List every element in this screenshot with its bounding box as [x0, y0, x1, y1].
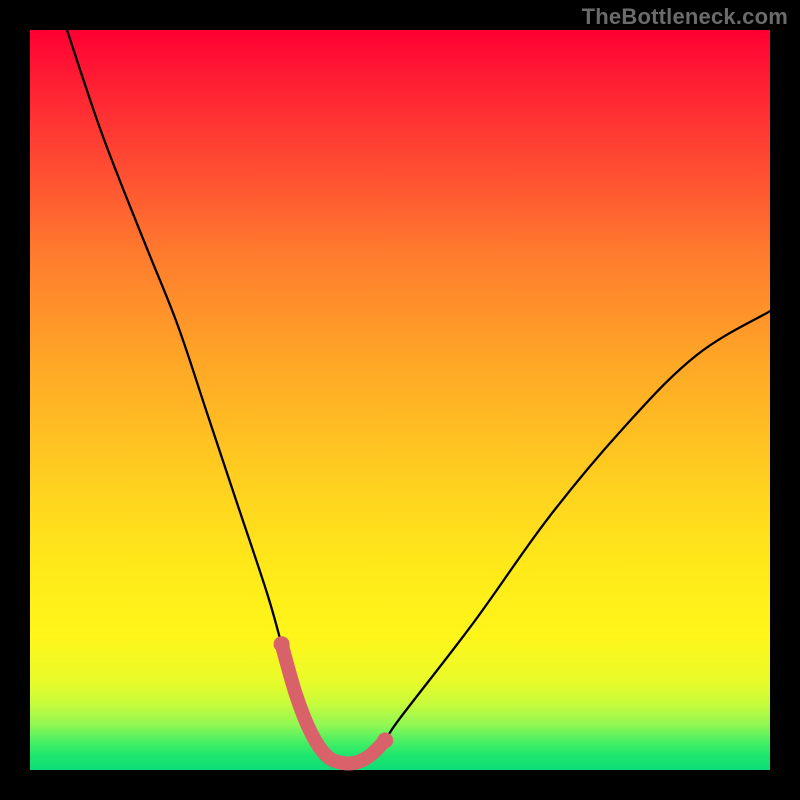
chart-frame: TheBottleneck.com	[0, 0, 800, 800]
chart-svg	[30, 30, 770, 770]
dip-endpoint-left	[274, 636, 290, 652]
plot-area	[30, 30, 770, 770]
watermark-text: TheBottleneck.com	[582, 4, 788, 30]
dip-endpoint-right	[377, 732, 393, 748]
dip-highlight	[282, 644, 386, 763]
black-curve	[67, 30, 770, 764]
